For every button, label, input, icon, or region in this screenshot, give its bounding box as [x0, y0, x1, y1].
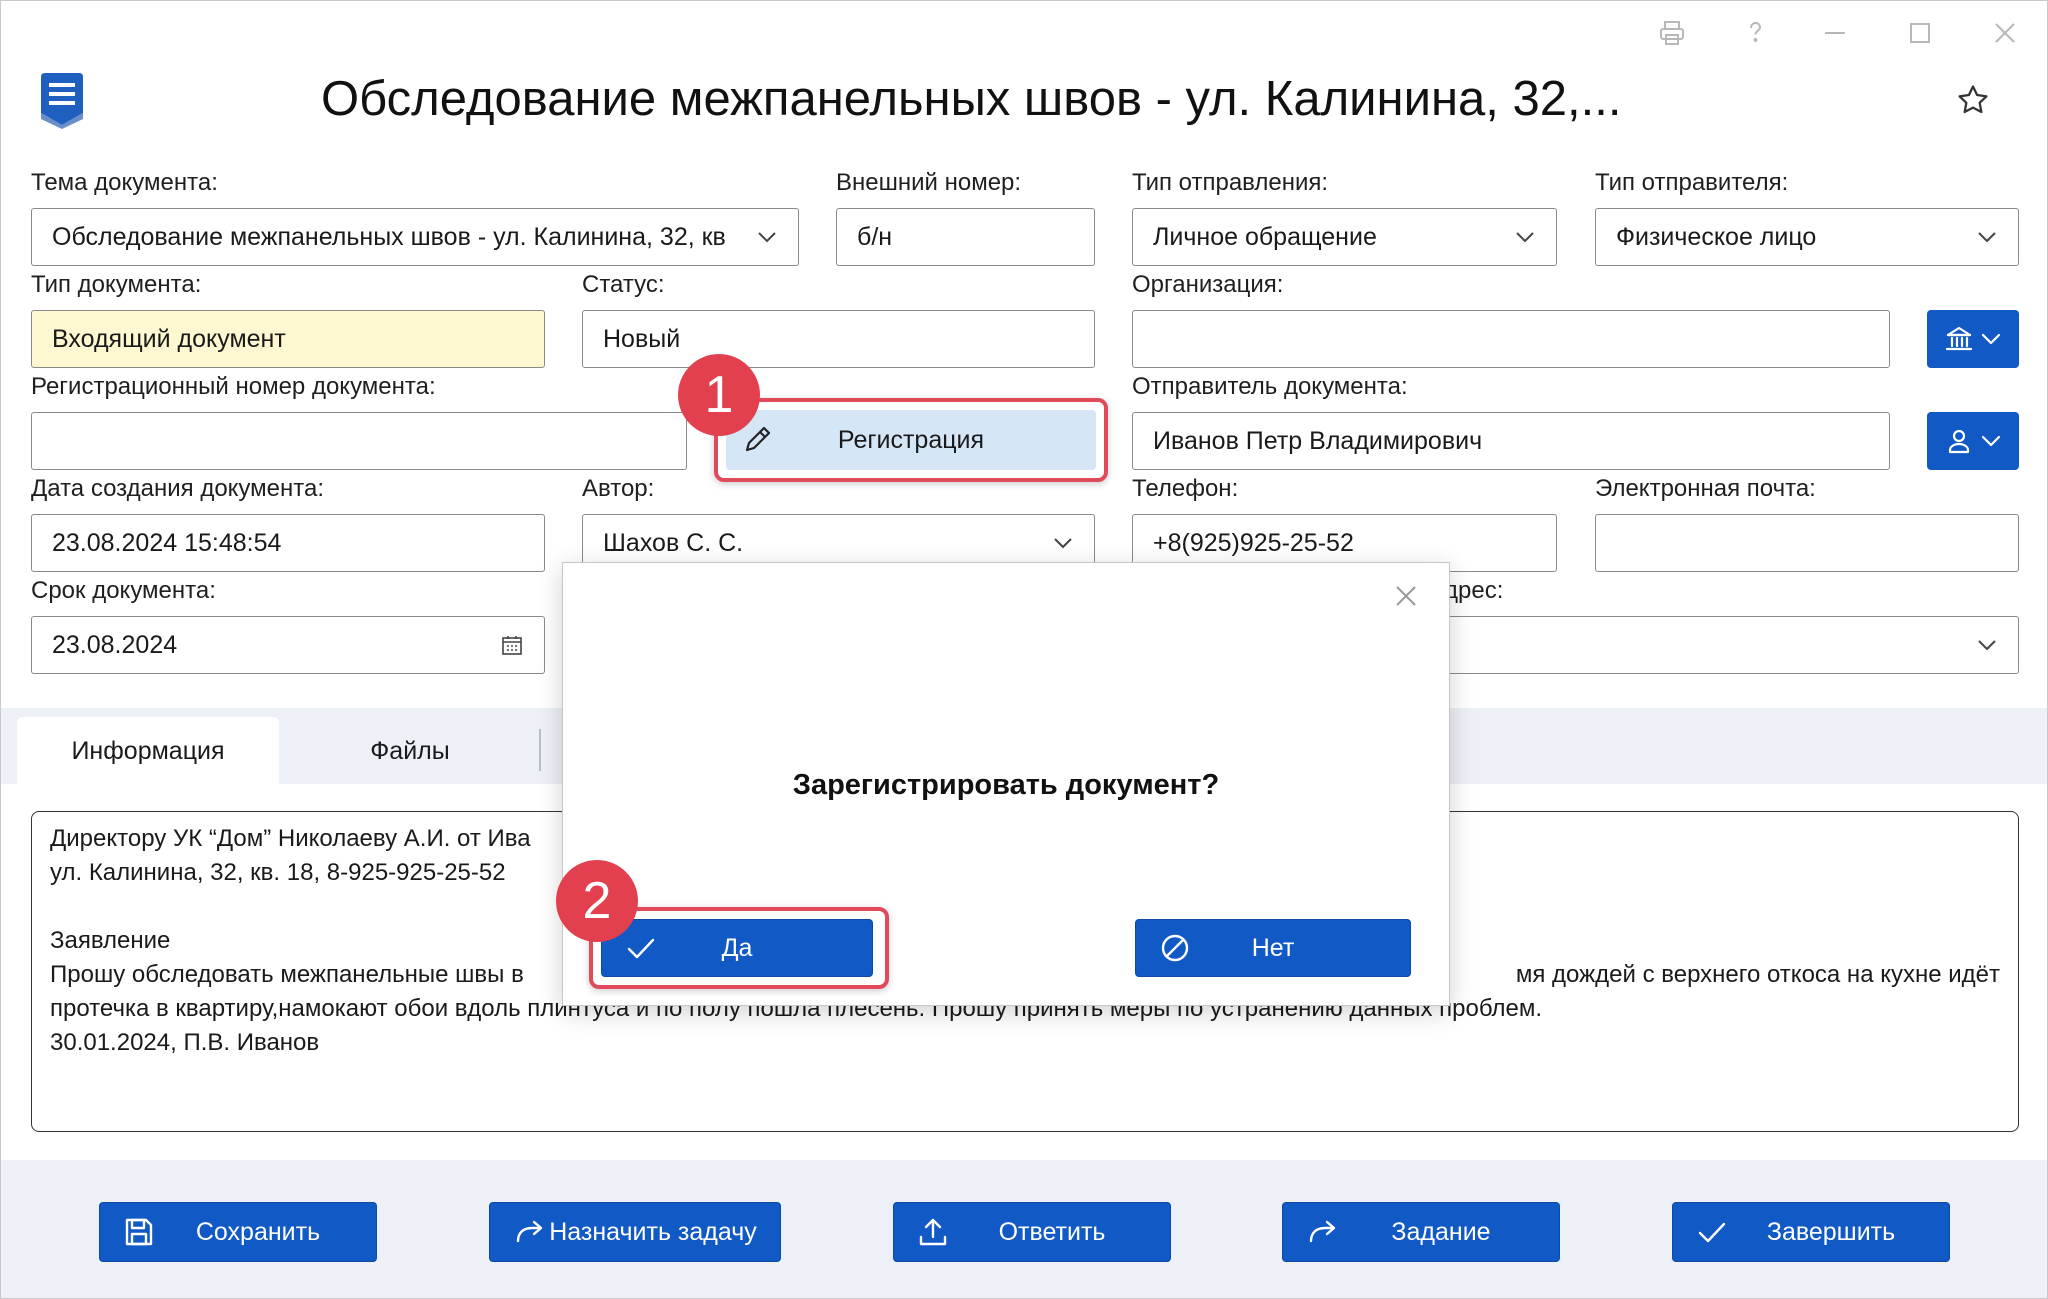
reply-button[interactable]: Ответить	[893, 1202, 1171, 1262]
send-type-value: Личное обращение	[1153, 222, 1377, 251]
bank-icon	[1945, 326, 1973, 351]
sender-type-select[interactable]: Физическое лицо	[1595, 208, 2019, 266]
person-icon	[1948, 429, 1970, 454]
minimize-icon[interactable]	[1821, 19, 1849, 47]
close-icon[interactable]	[1991, 19, 2019, 47]
author-value: Шахов С. С.	[603, 528, 744, 557]
status-label: Статус:	[582, 271, 665, 298]
document-window: Обследование межпанельных швов - ул. Кал…	[0, 0, 2048, 1299]
help-icon[interactable]	[1741, 19, 1769, 47]
chevron-down-icon	[1516, 232, 1534, 243]
organization-picker-button[interactable]	[1927, 310, 2019, 368]
reply-button-label: Ответить	[998, 1217, 1106, 1246]
reg-number-label: Регистрационный номер документа:	[31, 373, 436, 400]
body-line: 30.01.2024, П.В. Иванов	[50, 1029, 320, 1056]
forward-arrow-icon	[516, 1220, 543, 1243]
deadline-date-input[interactable]: 23.08.2024	[31, 616, 545, 674]
assign-task-button-label: Назначить задачу	[549, 1217, 757, 1246]
save-button[interactable]: Сохранить	[99, 1202, 377, 1262]
chevron-down-icon	[1981, 333, 2001, 345]
subject-label: Тема документа:	[31, 169, 218, 196]
chevron-down-icon	[1054, 538, 1072, 549]
pencil-icon	[745, 426, 771, 452]
checkmark-icon	[1698, 1222, 1726, 1243]
sender-label: Отправитель документа:	[1132, 373, 1408, 400]
deadline-label: Срок документа:	[31, 577, 216, 604]
email-label: Электронная почта:	[1595, 475, 1816, 502]
yes-button-highlight	[589, 907, 889, 989]
phone-value: +8(925)925-25-52	[1153, 528, 1354, 557]
register-button[interactable]: Регистрация	[726, 410, 1096, 470]
sender-value: Иванов Петр Владимирович	[1153, 426, 1483, 455]
maximize-icon[interactable]	[1906, 19, 1934, 47]
reg-number-input[interactable]	[31, 412, 687, 470]
email-input[interactable]	[1595, 514, 2019, 572]
subject-select[interactable]: Обследование межпанельных швов - ул. Кал…	[31, 208, 799, 266]
sender-input[interactable]: Иванов Петр Владимирович	[1132, 412, 1890, 470]
chevron-down-icon	[1978, 640, 1996, 651]
complete-button[interactable]: Завершить	[1672, 1202, 1950, 1262]
chevron-down-icon	[1978, 232, 1996, 243]
created-date-value: 23.08.2024 15:48:54	[52, 528, 282, 557]
assign-task-button[interactable]: Назначить задачу	[489, 1202, 781, 1262]
calendar-icon[interactable]	[500, 633, 524, 657]
dialog-question: Зарегистрировать документ?	[792, 769, 1220, 801]
organization-input[interactable]	[1132, 310, 1890, 368]
doc-type-value: Входящий документ	[52, 324, 286, 353]
external-number-label: Внешний номер:	[836, 169, 1022, 196]
close-icon[interactable]	[1393, 583, 1419, 609]
document-app-icon	[41, 73, 83, 129]
author-label: Автор:	[582, 475, 655, 502]
chevron-down-icon	[758, 232, 776, 243]
doc-type-label: Тип документа:	[31, 271, 202, 298]
forward-arrow-icon	[1309, 1220, 1336, 1243]
doc-type-field[interactable]: Входящий документ	[31, 310, 545, 368]
subject-value: Обследование межпанельных швов - ул. Кал…	[52, 222, 726, 251]
external-number-input[interactable]: б/н	[836, 208, 1095, 266]
tab-files-label: Файлы	[370, 736, 450, 765]
address-label: дрес:	[1444, 577, 1504, 604]
no-button-label: Нет	[1251, 933, 1295, 962]
chevron-down-icon	[1981, 435, 2001, 447]
task-button-label: Задание	[1391, 1217, 1491, 1246]
status-value: Новый	[603, 324, 681, 353]
deadline-date-value: 23.08.2024	[52, 630, 178, 659]
external-number-value: б/н	[857, 222, 893, 251]
print-icon[interactable]	[1658, 19, 1686, 47]
organization-label: Организация:	[1132, 271, 1284, 298]
created-label: Дата создания документа:	[31, 475, 325, 502]
created-date-input[interactable]: 23.08.2024 15:48:54	[31, 514, 545, 572]
sender-type-value: Физическое лицо	[1616, 222, 1817, 251]
callout-badge-2: 2	[556, 860, 638, 942]
tab-information-label: Информация	[71, 736, 225, 765]
send-type-select[interactable]: Личное обращение	[1132, 208, 1557, 266]
body-line: мя дождей с верхнего откоса на кухне идё…	[1515, 961, 2000, 988]
register-button-label: Регистрация	[837, 425, 985, 454]
upload-icon	[919, 1218, 947, 1246]
favorite-star-icon[interactable]	[1956, 83, 1990, 117]
task-button[interactable]: Задание	[1282, 1202, 1560, 1262]
no-button[interactable]: Нет	[1135, 919, 1411, 977]
window-title: Обследование межпанельных швов - ул. Кал…	[321, 72, 1622, 126]
complete-button-label: Завершить	[1766, 1217, 1896, 1246]
callout-badge-1: 1	[678, 354, 760, 436]
cancel-circle-icon	[1161, 934, 1189, 962]
floppy-disk-icon	[125, 1218, 153, 1246]
send-type-label: Тип отправления:	[1132, 169, 1329, 196]
body-line: Прошу обследовать межпанельные швы в	[50, 961, 524, 988]
tab-divider	[539, 729, 541, 771]
status-field[interactable]: Новый	[582, 310, 1095, 368]
tab-files[interactable]: Файлы	[279, 717, 541, 785]
sender-type-label: Тип отправителя:	[1595, 169, 1789, 196]
sender-picker-button[interactable]	[1927, 412, 2019, 470]
save-button-label: Сохранить	[195, 1217, 321, 1246]
tab-information[interactable]: Информация	[17, 717, 279, 785]
phone-label: Телефон:	[1132, 475, 1239, 502]
